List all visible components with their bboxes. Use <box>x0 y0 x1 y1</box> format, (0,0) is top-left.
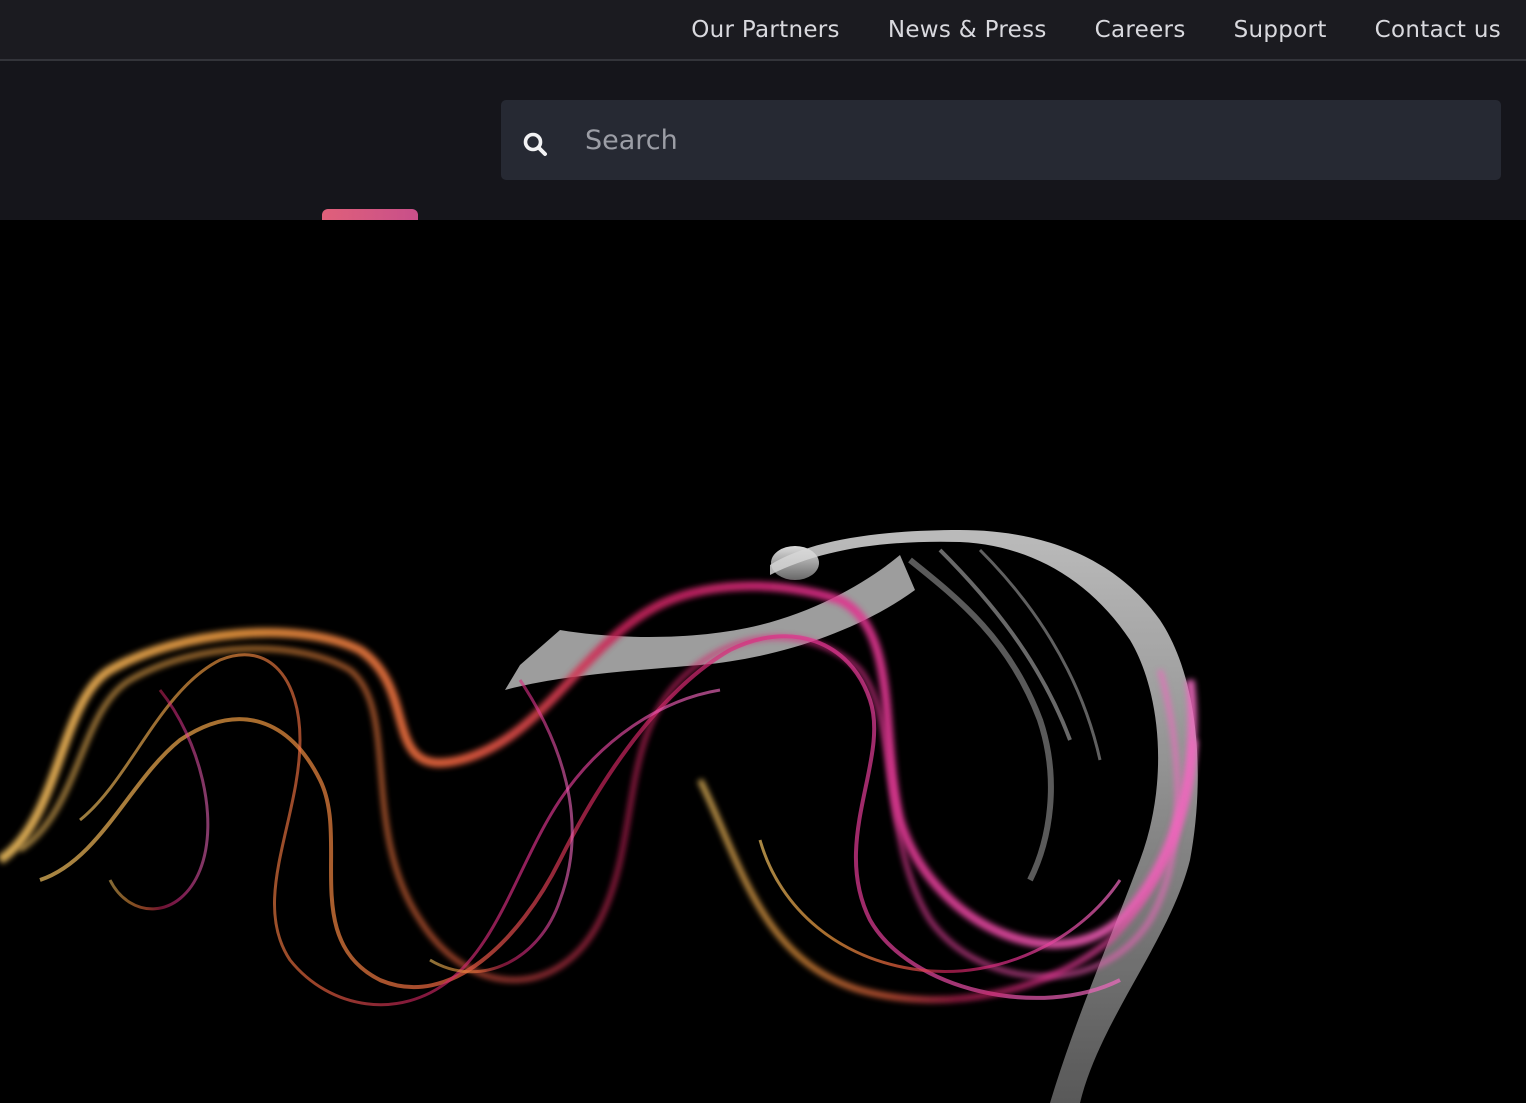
active-menu-indicator <box>322 209 418 220</box>
nav-link-careers[interactable]: Careers <box>1095 17 1186 43</box>
search-bar[interactable] <box>501 100 1501 180</box>
search-input[interactable] <box>585 100 1465 180</box>
site-header <box>0 61 1526 220</box>
hero-image <box>0 220 1526 1103</box>
nav-link-our-partners[interactable]: Our Partners <box>691 17 840 43</box>
dancer-figure <box>505 530 1198 1103</box>
nav-link-support[interactable]: Support <box>1234 17 1327 43</box>
utility-nav: Our Partners News & Press Careers Suppor… <box>691 0 1501 59</box>
search-icon[interactable] <box>522 131 548 157</box>
smoke-ribbon <box>0 581 1198 1007</box>
nav-link-contact-us[interactable]: Contact us <box>1375 17 1501 43</box>
top-utility-bar: Our Partners News & Press Careers Suppor… <box>0 0 1526 61</box>
nav-link-news-press[interactable]: News & Press <box>888 17 1047 43</box>
